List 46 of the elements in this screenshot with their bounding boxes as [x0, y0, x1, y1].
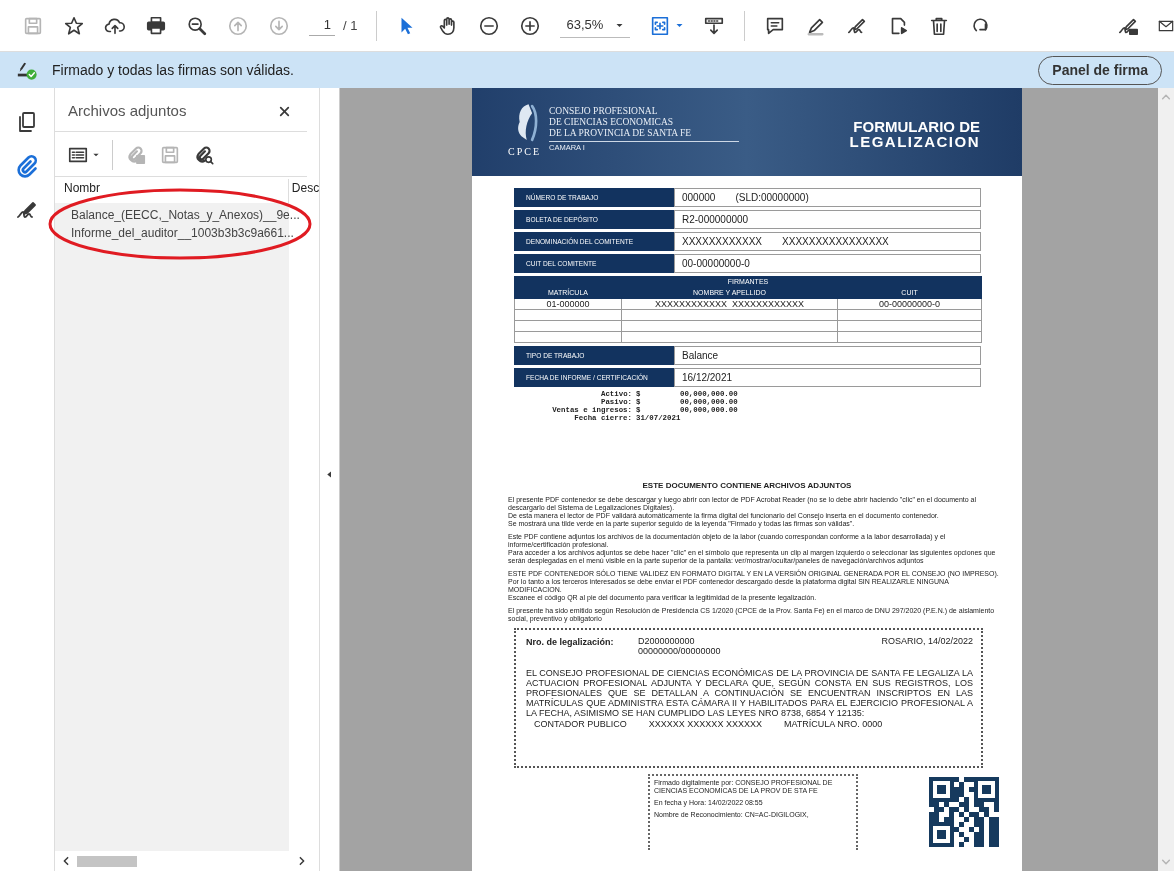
star-icon[interactable]	[63, 14, 85, 37]
collapse-panel-icon[interactable]	[325, 470, 334, 479]
notice-heading: ESTE DOCUMENTO CONTIENE ARCHIVOS ADJUNTOS	[641, 480, 853, 492]
form-title-line: LEGALIZACION	[849, 134, 980, 149]
field-value: XXXXXXXXXXXXXXXX	[782, 235, 889, 249]
legalization-label: Nro. de legalización:	[526, 636, 615, 649]
scroll-right-icon[interactable]	[297, 856, 307, 866]
table-cell: 00-00000000-0	[837, 298, 982, 310]
field-value: Balance	[682, 349, 719, 363]
legalization-number: D2000000000	[638, 636, 696, 646]
professional-detail: MATRÍCULA NRO. 0000	[783, 718, 883, 731]
legalization-statement: EL CONSEJO PROFESIONAL DE CIENCIAS ECONÓMICAS DE LA PROVINCIA DE SANTA FE LEGALIZA LA ACTUACION PROFESIONAL ADJUNTA Y DECLARA QUE, SEGÚN CONSTA EN SUS REGISTROS, LOS PROFESIONALES QUE SE DETALLAN A CONTINUACIÓN SE ENCUENTRAN INSCRIPTOS EN LAS MATRÍCULAS QUE ADMINISTRA ESTA CÁMARA II Y HABILITADOS PARA EL EJERCICIO PROFESIONAL A LA FECHA, ASIMISMO SE HAN CUMPLIDO LAS LEYES NRO 8738, 6854 Y 12135:	[526, 668, 973, 718]
professional-detail: CONTADOR PUBLICO	[534, 718, 627, 731]
zoom-in-icon[interactable]	[519, 14, 542, 37]
paperclip-icon[interactable]	[15, 154, 39, 178]
field-value: 00-00000000-0	[682, 257, 750, 271]
qr-code-icon	[926, 774, 1002, 850]
legalization-number: 00000000/00000000	[638, 646, 721, 656]
table-cell: 01-000000	[514, 298, 622, 310]
professional-detail: XXXXXX XXXXXX XXXXXX	[648, 718, 762, 731]
field-value: 000000	[682, 191, 716, 205]
panel-title: Archivos adjuntos	[68, 101, 187, 121]
organization-name-line: DE LA PROVINCIA DE SANTA FE	[549, 128, 693, 139]
column-header[interactable]: Desc	[287, 178, 319, 203]
caret-icon[interactable]	[675, 21, 685, 30]
table-cell: XXXXXXXXXXXX XXXXXXXXXXXX	[621, 298, 838, 310]
column-header[interactable]: Nombr	[64, 178, 288, 203]
organization-name-line: CONSEJO PROFESIONAL	[549, 106, 659, 117]
page-count: / 1	[343, 16, 358, 35]
scroll-left-icon[interactable]	[61, 856, 71, 866]
print-icon[interactable]	[145, 14, 167, 37]
organization-name-line: DE CIENCIAS ECONOMICAS	[549, 117, 675, 128]
attachment-file-name[interactable]: Informe_del_auditor__1003b3b3c9a661...	[69, 224, 294, 243]
field-value: R2-000000000	[682, 213, 749, 227]
form-title-line: FORMULARIO DE	[852, 119, 980, 134]
zoom-out-icon[interactable]	[478, 14, 501, 37]
field-value: (SLD:00000000)	[735, 191, 809, 205]
zoom-icon[interactable]	[186, 14, 208, 37]
place-and-date: ROSARIO, 14/02/2022	[881, 636, 973, 648]
scrollbar-thumb[interactable]	[77, 855, 137, 867]
field-value: XXXXXXXXXXXX	[682, 235, 763, 249]
signature-status-message: Firmado y todas las firmas son válidas.	[52, 60, 294, 80]
attachment-file-name[interactable]: Balance_(EECC,_Notas_y_Anexos)__9e...	[69, 206, 300, 225]
close-icon[interactable]	[278, 104, 291, 118]
logo-text: CPCE	[508, 145, 541, 159]
field-value: 16/12/2021	[682, 371, 733, 385]
